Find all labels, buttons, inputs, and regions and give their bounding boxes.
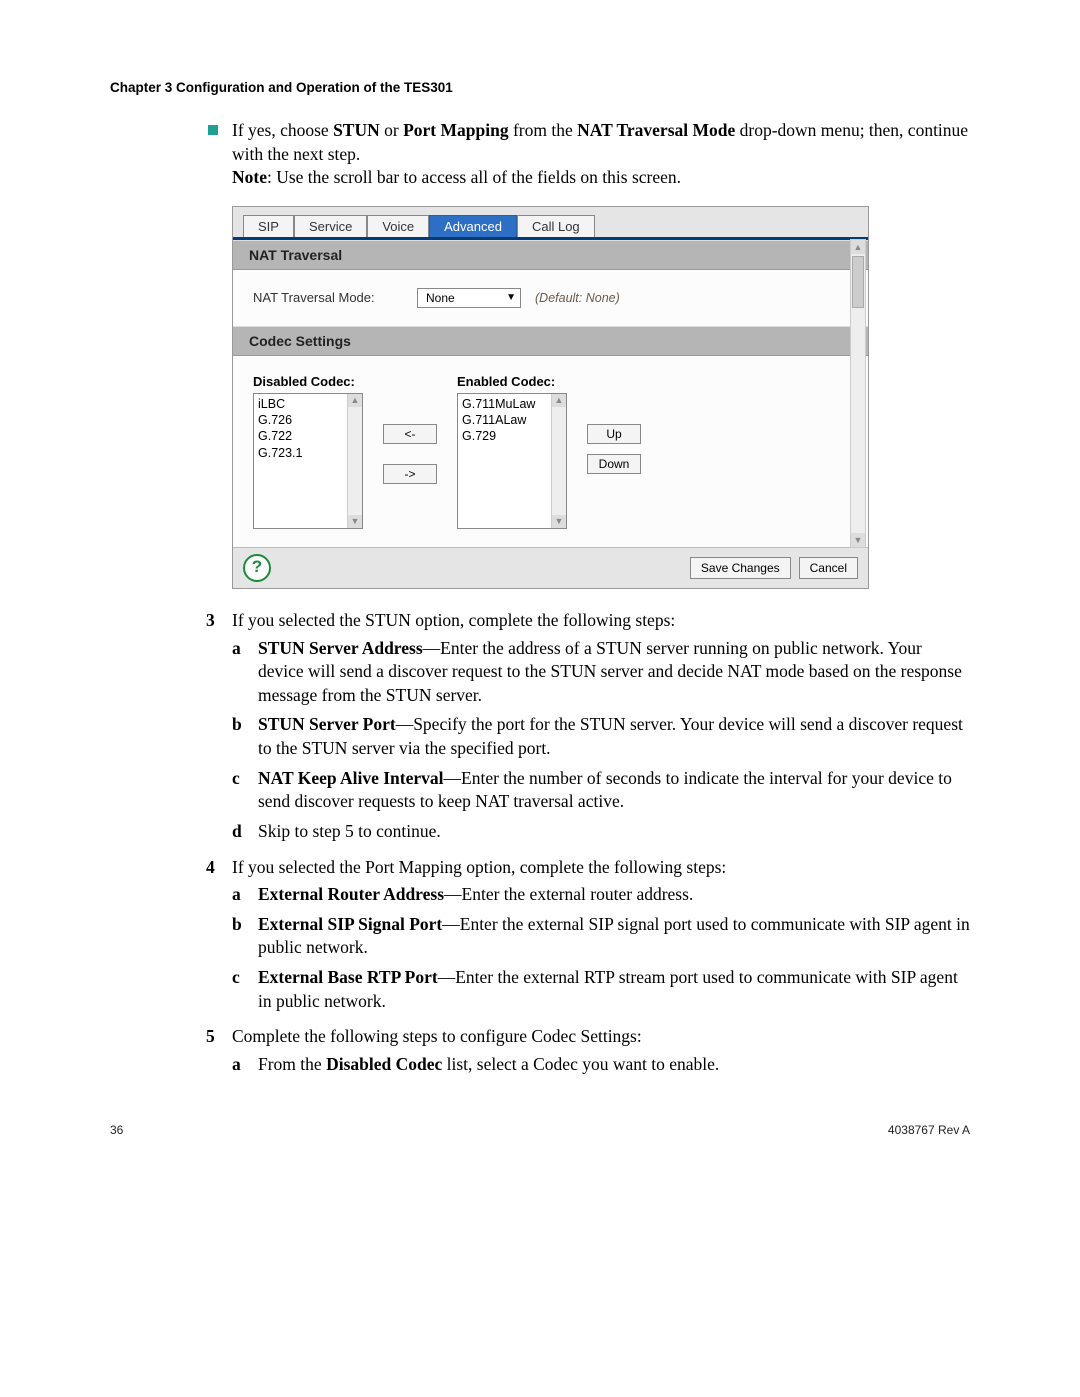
step-text: If you selected the Port Mapping option,…: [232, 857, 726, 877]
list-item[interactable]: G.729: [462, 428, 562, 444]
enabled-codec-title: Enabled Codec:: [457, 374, 567, 389]
list-item[interactable]: G.722: [258, 428, 358, 444]
config-screenshot: ▲ ▼ SIP Service Voice Advanced Call Log …: [232, 206, 869, 589]
tab-advanced[interactable]: Advanced: [429, 215, 517, 237]
step-number: 3: [206, 609, 232, 850]
list-item[interactable]: iLBC: [258, 396, 358, 412]
step-text: If you selected the STUN option, complet…: [232, 610, 675, 630]
cancel-button[interactable]: Cancel: [799, 557, 858, 579]
save-changes-button[interactable]: Save Changes: [690, 557, 791, 579]
list-scrollbar[interactable]: ▲ ▼: [347, 394, 362, 528]
move-right-button[interactable]: ->: [383, 464, 437, 484]
chapter-header: Chapter 3 Configuration and Operation of…: [110, 80, 970, 95]
tab-service[interactable]: Service: [294, 215, 367, 237]
scroll-up-icon[interactable]: ▲: [348, 394, 362, 407]
step-5: 5 Complete the following steps to config…: [206, 1025, 970, 1082]
nat-mode-value: None: [426, 291, 455, 305]
scroll-thumb[interactable]: [852, 256, 864, 308]
nat-default-hint: (Default: None): [535, 291, 620, 305]
step-number: 4: [206, 856, 232, 1020]
step-text: Complete the following steps to configur…: [232, 1026, 642, 1046]
scroll-down-icon[interactable]: ▼: [552, 515, 566, 528]
move-left-button[interactable]: <-: [383, 424, 437, 444]
chevron-down-icon: ▼: [506, 292, 516, 303]
bullet-icon: [208, 125, 218, 135]
move-down-button[interactable]: Down: [587, 454, 641, 474]
note-line: Note: Use the scroll bar to access all o…: [232, 167, 681, 187]
disabled-codec-title: Disabled Codec:: [253, 374, 363, 389]
enabled-codec-list[interactable]: G.711MuLaw G.711ALaw G.729 ▲ ▼: [457, 393, 567, 529]
list-item[interactable]: G.723.1: [258, 445, 358, 461]
step-3: 3 If you selected the STUN option, compl…: [206, 609, 970, 850]
tab-call-log[interactable]: Call Log: [517, 215, 595, 237]
intro-text: If yes, choose STUN or Port Mapping from…: [232, 120, 968, 164]
list-item[interactable]: G.726: [258, 412, 358, 428]
nat-mode-select[interactable]: None ▼: [417, 288, 521, 308]
intro-bullet: If yes, choose STUN or Port Mapping from…: [232, 119, 970, 190]
list-scrollbar[interactable]: ▲ ▼: [551, 394, 566, 528]
tab-row: SIP Service Voice Advanced Call Log: [233, 207, 868, 240]
help-icon[interactable]: ?: [243, 554, 271, 582]
scroll-up-icon[interactable]: ▲: [851, 240, 865, 254]
section-codec-settings: Codec Settings: [233, 326, 868, 356]
scroll-up-icon[interactable]: ▲: [552, 394, 566, 407]
nat-mode-label: NAT Traversal Mode:: [253, 290, 403, 305]
move-up-button[interactable]: Up: [587, 424, 641, 444]
tab-voice[interactable]: Voice: [367, 215, 429, 237]
tab-sip[interactable]: SIP: [243, 215, 294, 237]
scrollbar[interactable]: ▲ ▼: [850, 239, 866, 548]
step-4: 4 If you selected the Port Mapping optio…: [206, 856, 970, 1020]
scroll-down-icon[interactable]: ▼: [851, 533, 865, 547]
scroll-down-icon[interactable]: ▼: [348, 515, 362, 528]
doc-revision: 4038767 Rev A: [888, 1123, 970, 1137]
list-item[interactable]: G.711MuLaw: [462, 396, 562, 412]
disabled-codec-list[interactable]: iLBC G.726 G.722 G.723.1 ▲ ▼: [253, 393, 363, 529]
page-number: 36: [110, 1123, 123, 1137]
step-number: 5: [206, 1025, 232, 1082]
list-item[interactable]: G.711ALaw: [462, 412, 562, 428]
section-nat-traversal: NAT Traversal: [233, 240, 868, 270]
